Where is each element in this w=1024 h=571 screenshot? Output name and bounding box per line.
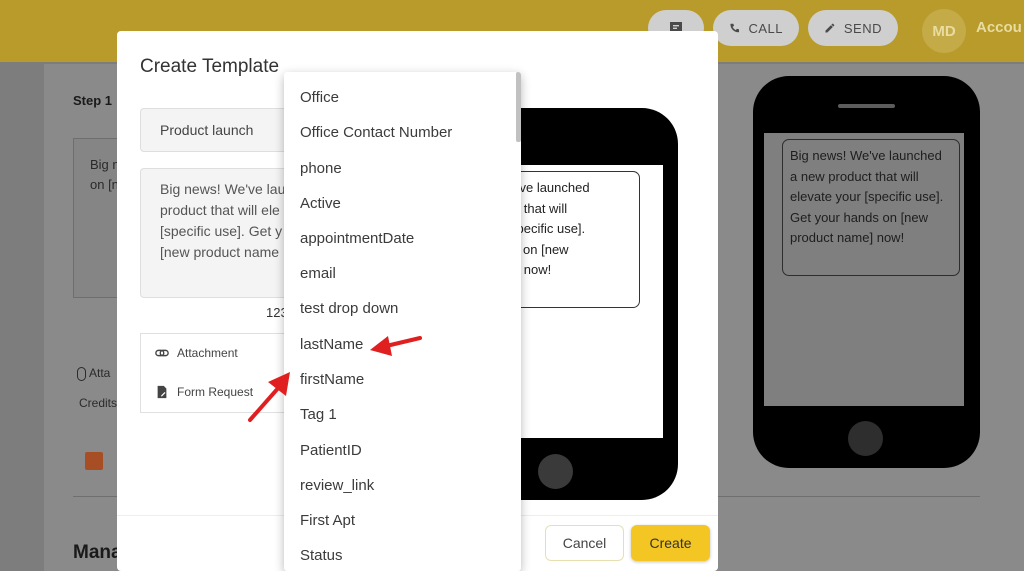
- pencil-icon: [825, 23, 835, 33]
- background-attach-label: Atta: [89, 366, 111, 380]
- phone-screen: Big news! We've launched a new product t…: [764, 133, 964, 406]
- background-phone-preview: Big news! We've launched a new product t…: [753, 76, 980, 468]
- background-section-title: Mana: [73, 542, 122, 563]
- dropdown-item-email[interactable]: email: [300, 265, 336, 282]
- field-dropdown-menu: Office Office Contact Number phone Activ…: [284, 72, 521, 571]
- step-label: Step 1: [73, 93, 113, 108]
- call-button[interactable]: CALL: [713, 10, 799, 46]
- background-message-text: Big n on [n: [90, 157, 120, 192]
- dropdown-item-first-name[interactable]: firstName: [300, 371, 364, 388]
- message-line: Big news! We've lau: [160, 181, 286, 197]
- modal-title: Create Template: [140, 56, 280, 77]
- phone-home-button: [848, 421, 883, 456]
- message-line: [new product name: [160, 244, 280, 260]
- background-attach: Atta: [77, 366, 110, 381]
- call-label: CALL: [748, 20, 783, 36]
- dropdown-item-tag-1[interactable]: Tag 1: [300, 406, 337, 423]
- dropdown-item-active[interactable]: Active: [300, 195, 341, 212]
- form-request-label: Form Request: [177, 385, 254, 399]
- dropdown-item-last-name[interactable]: lastName: [300, 336, 363, 353]
- dropdown-item-appointment-date[interactable]: appointmentDate: [300, 230, 414, 247]
- annotation-arrow-icon: [370, 336, 422, 356]
- create-button[interactable]: Create: [631, 525, 710, 561]
- template-name-input[interactable]: Product launch: [140, 108, 290, 152]
- cancel-button[interactable]: Cancel: [545, 525, 624, 561]
- message-line: product that will ele: [160, 202, 280, 218]
- dropdown-scrollbar[interactable]: [516, 72, 521, 142]
- background-credits: Credits: [79, 396, 118, 410]
- dropdown-item-office-contact-number[interactable]: Office Contact Number: [300, 124, 452, 141]
- attachment-label: Attachment: [177, 346, 238, 360]
- paperclip-icon: [77, 366, 86, 381]
- dropdown-item-phone[interactable]: phone: [300, 160, 342, 177]
- message-textarea[interactable]: Big news! We've lau product that will el…: [140, 168, 290, 298]
- phone-home-button: [538, 454, 573, 489]
- document-edit-icon: [157, 385, 167, 399]
- dropdown-item-first-apt[interactable]: First Apt: [300, 512, 355, 529]
- account-label[interactable]: Accou: [976, 19, 1022, 36]
- form-request-option[interactable]: Form Request: [155, 385, 253, 399]
- link-icon: [155, 349, 169, 357]
- dropdown-item-patient-id[interactable]: PatientID: [300, 442, 362, 459]
- background-checkbox[interactable]: [85, 452, 103, 470]
- phone-icon: [730, 23, 740, 33]
- dropdown-item-review-link[interactable]: review_link: [300, 477, 374, 494]
- annotation-arrow-icon: [248, 372, 290, 422]
- send-label: SEND: [843, 20, 882, 36]
- dropdown-item-test-drop-down[interactable]: test drop down: [300, 300, 398, 317]
- background-message-field: Big n on [n: [73, 138, 123, 298]
- message-line: [specific use]. Get y: [160, 223, 283, 239]
- send-button[interactable]: SEND: [808, 10, 898, 46]
- dropdown-item-office[interactable]: Office: [300, 89, 339, 106]
- dropdown-item-status[interactable]: Status: [300, 547, 343, 564]
- attachment-option[interactable]: Attachment: [155, 346, 238, 360]
- message-bubble: Big news! We've launched a new product t…: [782, 139, 960, 276]
- avatar[interactable]: MD: [922, 9, 966, 53]
- phone-speaker: [838, 104, 895, 108]
